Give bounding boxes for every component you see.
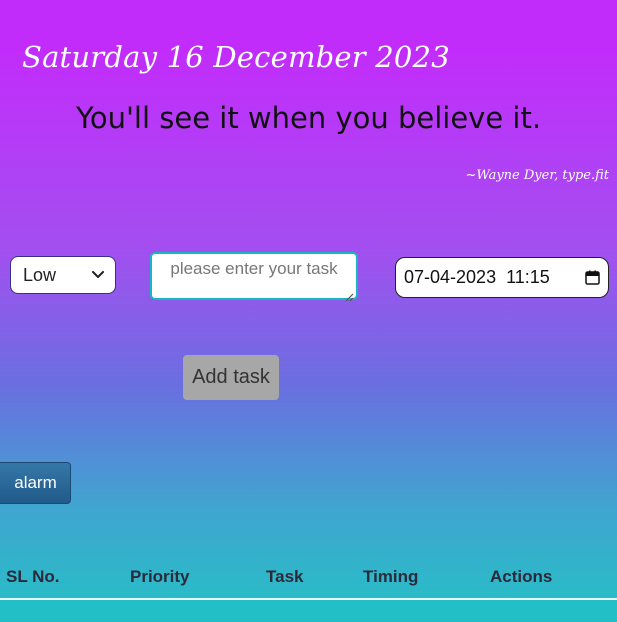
- resize-handle-icon[interactable]: [345, 287, 354, 302]
- priority-selected-value: Low: [23, 264, 57, 285]
- task-input[interactable]: please enter your task: [150, 252, 358, 302]
- datetime-value: 07-04-2023 11:15: [404, 267, 550, 287]
- alarm-button[interactable]: alarm: [0, 462, 71, 504]
- task-table-header: SL No. Priority Task Timing Actions: [0, 565, 617, 589]
- column-header-timing: Timing: [363, 567, 419, 586]
- datetime-input[interactable]: 07-04-2023 11:15: [395, 257, 609, 298]
- column-header-priority: Priority: [130, 567, 190, 586]
- column-header-task: Task: [266, 567, 304, 586]
- quote-text: You'll see it when you believe it.: [75, 101, 542, 135]
- quote-author: ~Wayne Dyer, type.fit: [465, 168, 609, 183]
- task-table-body: [0, 600, 617, 622]
- current-date: Saturday 16 December 2023: [22, 40, 450, 74]
- calendar-icon[interactable]: [584, 270, 600, 286]
- column-header-actions: Actions: [490, 567, 553, 586]
- add-task-button[interactable]: Add task: [183, 355, 279, 400]
- task-input-placeholder: please enter your task: [170, 259, 338, 278]
- chevron-down-icon: [91, 268, 105, 282]
- priority-select[interactable]: Low: [10, 256, 116, 294]
- column-header-sl-no: SL No.: [6, 567, 60, 586]
